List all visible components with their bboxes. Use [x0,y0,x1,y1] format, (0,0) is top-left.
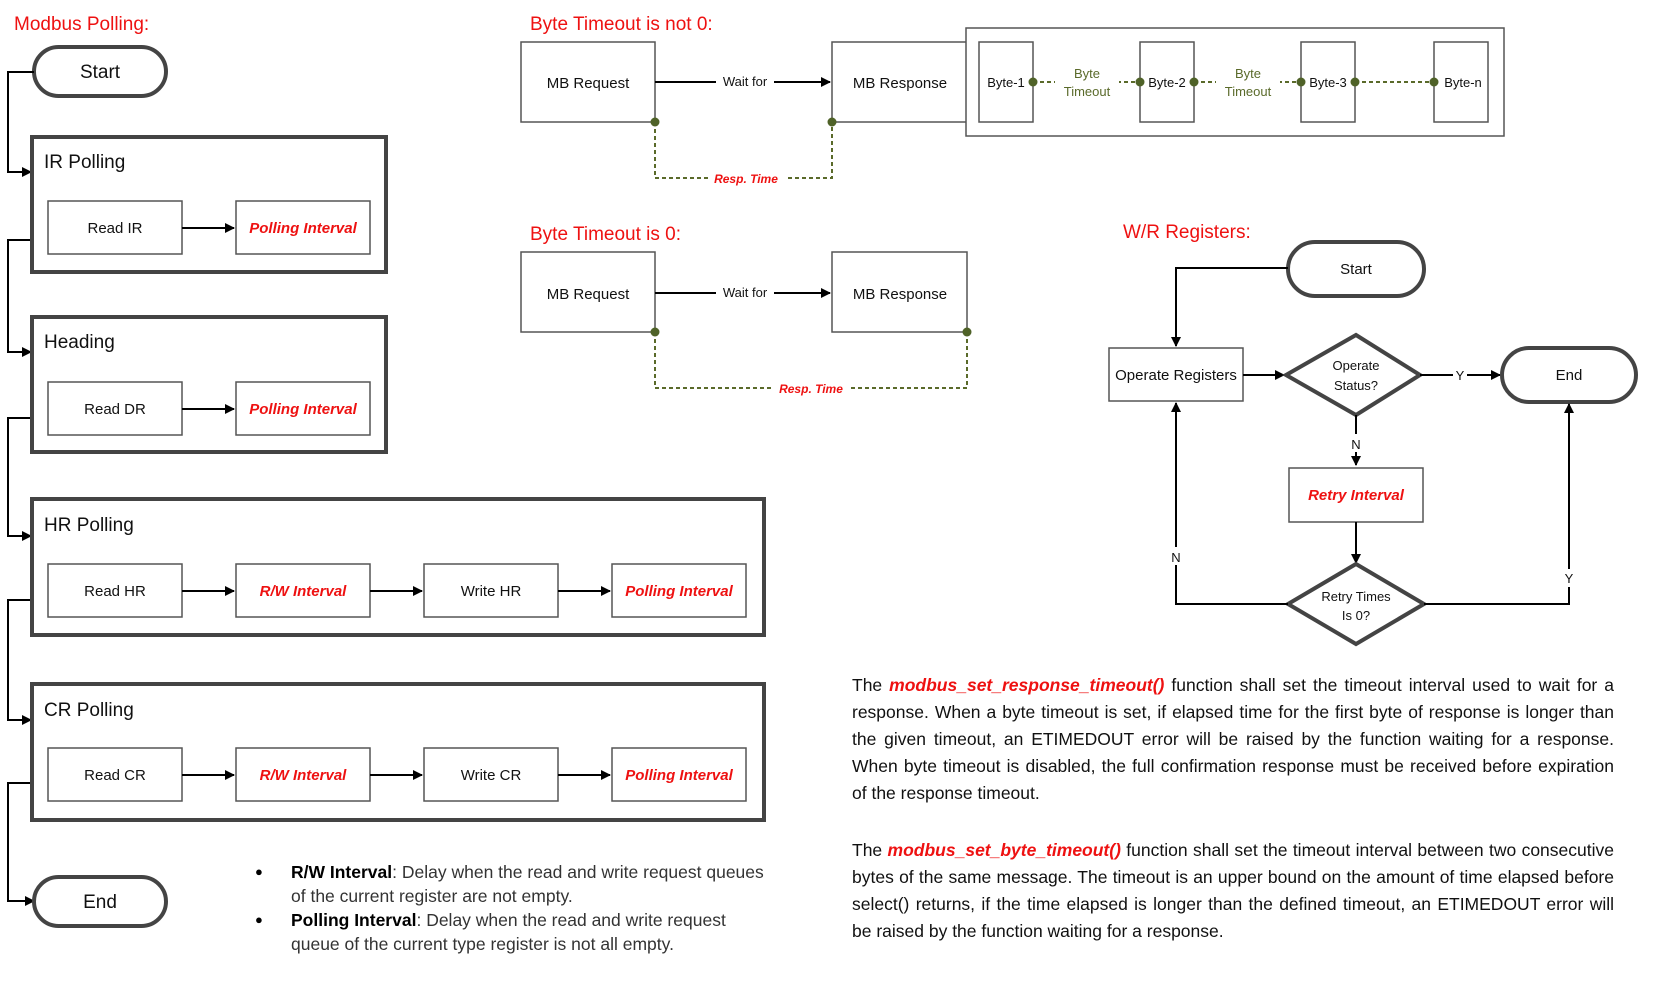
note-sep: : [416,910,427,930]
resp-time-label: Resp. Time [779,382,843,396]
wr-end-label: End [1556,367,1583,384]
decision-label: Status? [1334,378,1378,393]
group-heading: Heading Read DR Polling Interval [30,315,388,454]
note-item: R/W Interval: Delay when the read and wr… [255,860,775,908]
response-timeout-description: The modbus_set_response_timeout() functi… [852,672,1614,807]
interval-notes: R/W Interval: Delay when the read and wr… [255,860,775,956]
step-label: Polling Interval [249,220,357,237]
connector-hr-to-cr [7,599,32,725]
step-label: Polling Interval [625,583,733,600]
step-label: Write HR [461,583,522,600]
connector-yes-to-end [1424,403,1574,605]
byte-timeout-zero-diagram: Byte Timeout is 0: MB Request Wait for M… [520,224,972,396]
decision-label: Retry Times [1321,589,1391,604]
byte-timeout-description: The modbus_set_byte_timeout() function s… [852,837,1614,945]
anchor-dot [1028,77,1038,87]
byte-label: Byte-n [1444,75,1482,90]
step-label: Write CR [461,767,522,784]
function-name: modbus_set_byte_timeout() [887,840,1121,860]
function-name: modbus_set_response_timeout() [889,675,1165,695]
step-label: Read DR [84,401,146,418]
decision-label: Operate [1333,358,1380,373]
para-prefix: The [852,675,890,695]
step-label: R/W Interval [260,767,348,784]
byte-timeout-label: Byte [1235,66,1261,81]
section-title: Byte Timeout is 0: [530,224,681,245]
group-ir-polling: IR Polling Read IR Polling Interval [30,135,388,274]
yes-label: Y [1456,368,1465,383]
retry-interval-label: Retry Interval [1308,487,1405,504]
mb-response-label: MB Response [853,286,947,303]
anchor-dot [827,117,837,127]
section-title: W/R Registers: [1123,222,1251,243]
group-title: Heading [44,332,115,353]
group-title: IR Polling [44,152,125,173]
connector-start-to-operate [1171,267,1288,347]
modbus-polling-title: Modbus Polling: [14,14,149,35]
section-title: Byte Timeout is not 0: [530,14,713,35]
byte-timeout-label: Byte [1074,66,1100,81]
note-term: R/W Interval [291,862,393,882]
start-terminal: Start [32,45,168,98]
wait-for-label: Wait for [723,285,768,300]
anchor-dot [1135,77,1145,87]
group-hr-polling: HR Polling Read HR R/W Interval Write HR… [30,497,766,637]
byte-label: Byte-2 [1148,75,1186,90]
byte-timeout-label: Timeout [1225,84,1272,99]
anchor-dot [1429,77,1439,87]
connector-no-to-operate [1171,402,1288,605]
retry-times-decision [1284,561,1428,647]
modbus-polling-flowchart: Modbus Polling: Start IR Polling Read IR… [7,14,766,928]
step-label: Read CR [84,767,146,784]
group-title: HR Polling [44,515,134,536]
wait-for-label: Wait for [723,74,768,89]
operate-registers-label: Operate Registers [1115,367,1237,384]
wr-registers-flowchart: W/R Registers: Start Operate Registers O… [1108,222,1638,647]
resp-time-bracket [654,122,833,179]
step-label: Polling Interval [249,401,357,418]
byte-timeout-label: Timeout [1064,84,1111,99]
anchor-dot [1296,77,1306,87]
group-title: CR Polling [44,700,134,721]
decision-label: Is 0? [1342,608,1370,623]
connector-heading-to-hr [7,417,32,541]
end-label: End [83,892,117,913]
connector-ir-to-heading [7,239,32,357]
anchor-dot [1189,77,1199,87]
group-cr-polling: CR Polling Read CR R/W Interval Write CR… [30,682,766,822]
anchor-dot [962,327,972,337]
resp-time-label: Resp. Time [714,172,778,186]
byte-label: Byte-1 [987,75,1025,90]
wr-start-label: Start [1340,261,1373,278]
para-prefix: The [852,840,888,860]
no-label: N [1171,550,1180,565]
operate-status-decision [1281,332,1424,418]
mb-response-label: MB Response [853,75,947,92]
mb-request-label: MB Request [547,286,630,303]
note-item: Polling Interval: Delay when the read an… [255,908,775,956]
resp-time-bracket [654,332,968,389]
end-terminal: End [32,875,168,928]
anchor-dot [650,117,660,127]
byte-timeout-not-zero-diagram: Byte Timeout is not 0: MB Request Wait f… [520,14,1505,186]
step-label: Polling Interval [625,767,733,784]
byte-label: Byte-3 [1309,75,1347,90]
anchor-dot [1350,77,1360,87]
anchor-dot [650,327,660,337]
note-sep: : [392,862,402,882]
mb-request-label: MB Request [547,75,630,92]
no-label: N [1351,437,1360,452]
step-label: Read HR [84,583,146,600]
step-label: Read IR [87,220,142,237]
start-label: Start [80,62,121,83]
note-term: Polling Interval [291,910,417,930]
yes-label: Y [1565,571,1574,586]
step-label: R/W Interval [260,583,348,600]
